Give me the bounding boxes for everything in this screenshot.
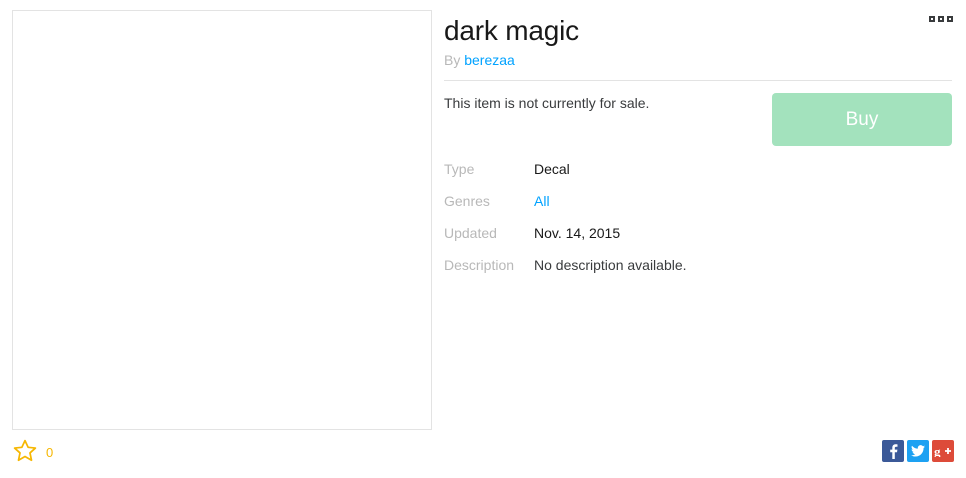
- facebook-share-button[interactable]: [882, 440, 904, 462]
- sale-row: This item is not currently for sale. Buy: [444, 81, 952, 147]
- item-title: dark magic: [444, 15, 579, 46]
- info-row-genres: Genres All: [444, 185, 952, 217]
- genres-label: Genres: [444, 193, 490, 209]
- item-details-page: 0 dark magic By berezaa This item is not…: [0, 0, 966, 478]
- type-label: Type: [444, 161, 475, 177]
- star-outline-icon[interactable]: [12, 438, 38, 464]
- buy-button[interactable]: Buy: [772, 93, 952, 146]
- item-details: dark magic By berezaa This item is not c…: [444, 14, 952, 281]
- by-prefix: By: [444, 52, 461, 68]
- google-plus-icon: g: [934, 445, 951, 457]
- item-info-table: Type Decal Genres All Updated Nov. 14, 2…: [444, 153, 952, 281]
- info-row-type: Type Decal: [444, 153, 952, 185]
- description-label: Description: [444, 257, 515, 273]
- creator-link[interactable]: berezaa: [464, 52, 515, 68]
- info-row-updated: Updated Nov. 14, 2015: [444, 217, 952, 249]
- twitter-share-button[interactable]: [907, 440, 929, 462]
- google-plus-share-button[interactable]: g: [932, 440, 954, 462]
- svg-text:g: g: [934, 445, 941, 457]
- description-value: No description available.: [534, 257, 687, 273]
- twitter-icon: [911, 445, 925, 457]
- facebook-icon: [890, 444, 898, 459]
- updated-value: Nov. 14, 2015: [534, 225, 621, 241]
- favorites-count: 0: [46, 444, 54, 460]
- type-value: Decal: [534, 161, 570, 177]
- sale-status-text: This item is not currently for sale.: [444, 95, 650, 111]
- updated-label: Updated: [444, 225, 497, 241]
- genres-link[interactable]: All: [534, 193, 550, 209]
- share-buttons: g: [882, 440, 954, 462]
- creator-byline: By berezaa: [444, 52, 952, 68]
- info-row-description: Description No description available.: [444, 249, 952, 281]
- favorite-control[interactable]: 0: [12, 438, 53, 464]
- item-thumbnail: [12, 10, 432, 430]
